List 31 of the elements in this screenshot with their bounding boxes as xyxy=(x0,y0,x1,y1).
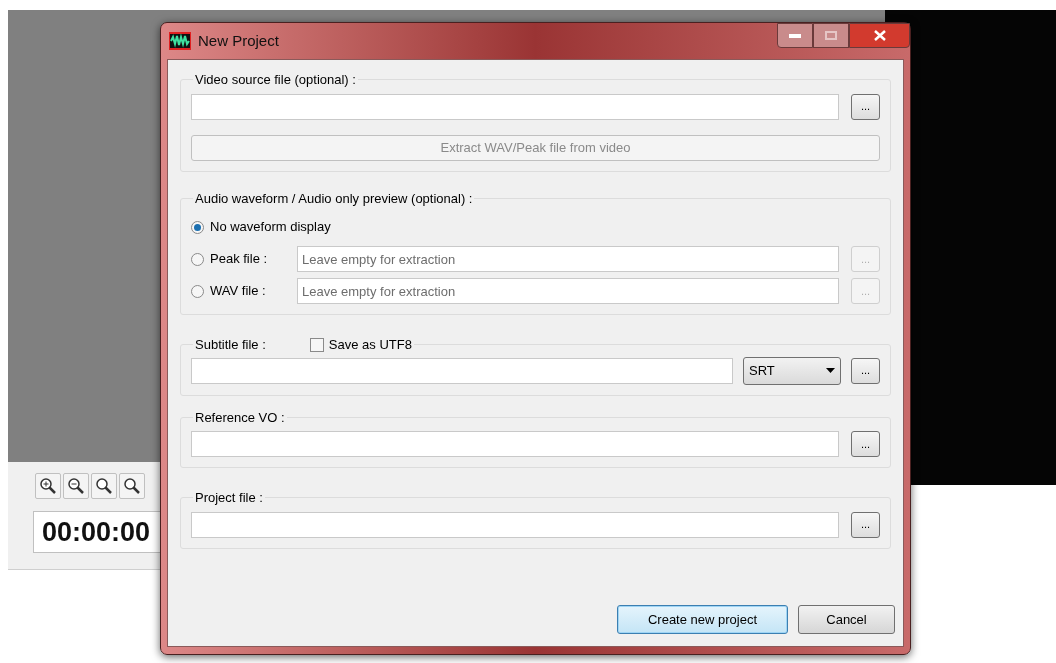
file-path-field[interactable] xyxy=(191,93,839,120)
caret-icon xyxy=(826,368,835,373)
close-button[interactable] xyxy=(849,23,910,48)
group-label: Project file : xyxy=(195,489,263,507)
radio-button[interactable] xyxy=(191,220,204,234)
minimize-button[interactable] xyxy=(777,23,813,48)
zoom-out-icon[interactable] xyxy=(63,473,89,499)
radio-label: WAV file : xyxy=(210,282,267,301)
file-path-field[interactable] xyxy=(191,431,839,457)
app-icon xyxy=(169,32,191,50)
checkbox[interactable] xyxy=(309,337,324,352)
browse-button[interactable]: ... xyxy=(851,93,880,120)
radio-label: Peak file : xyxy=(210,250,269,269)
create-project-button[interactable]: Create new project xyxy=(617,605,788,634)
browse-button[interactable]: ... xyxy=(851,357,880,384)
cancel-button[interactable]: Cancel xyxy=(798,605,895,634)
file-path-field[interactable] xyxy=(191,357,733,384)
window-title: New Project xyxy=(198,30,279,51)
checkbox-label: Save as UTF8 xyxy=(328,336,412,354)
group-label: Subtitle file : xyxy=(195,336,266,354)
browse-button[interactable]: ... xyxy=(851,511,880,538)
zoom-in-icon[interactable] xyxy=(35,473,61,499)
group-label: Video source file (optional) : xyxy=(195,71,356,89)
radio-label: No waveform display xyxy=(210,218,331,237)
close-icon xyxy=(873,30,886,41)
file-path-field[interactable] xyxy=(191,511,839,538)
browse-button[interactable]: ... xyxy=(851,431,880,457)
group-label: Audio waveform / Audio only preview (optional) : xyxy=(195,189,473,208)
group-label: Reference VO : xyxy=(195,408,285,427)
format-dropdown[interactable]: SRT xyxy=(743,356,841,385)
maximize-button[interactable] xyxy=(813,23,849,48)
